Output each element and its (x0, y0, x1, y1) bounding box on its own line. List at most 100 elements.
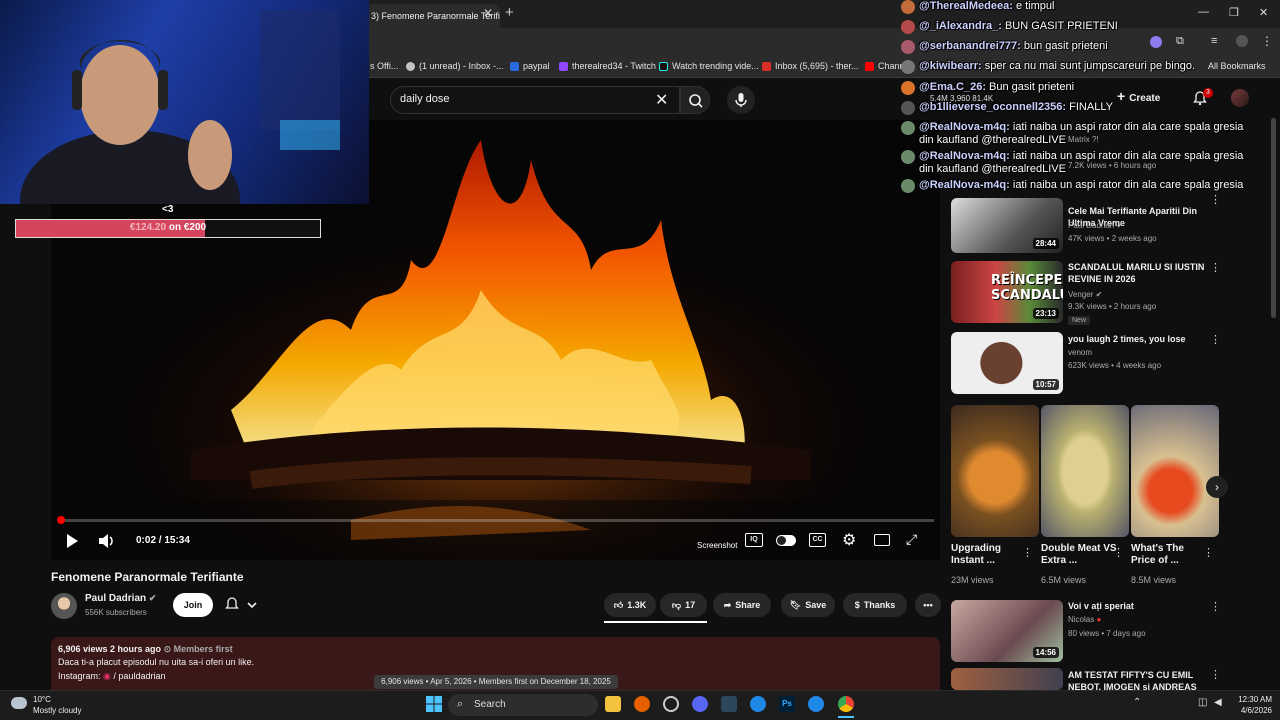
create-button[interactable]: + Create (1117, 88, 1160, 104)
extension-icon[interactable] (1150, 36, 1162, 48)
clear-search-icon[interactable]: ✕ (655, 90, 668, 110)
sidebar-channel-0[interactable]: Paul Dadrian ✔ (1068, 221, 1123, 230)
windows-start-icon[interactable] (426, 696, 442, 712)
sidebar-thumb-0[interactable]: 28:44 (951, 198, 1063, 253)
tab-close-icon[interactable]: ✕ (483, 6, 493, 20)
volume-button[interactable] (98, 533, 116, 552)
short-title-1[interactable]: Double Meat VS Extra ... (1041, 543, 1119, 567)
bookmark-0[interactable]: s Offi... (370, 61, 398, 71)
firefox-icon[interactable] (634, 696, 650, 712)
sidebar-thumb-1[interactable]: REÎNCEPESCANDALUL 23:13 (951, 261, 1063, 323)
sidebar-kebab-icon[interactable]: ⋮ (1210, 261, 1221, 274)
instagram-link[interactable]: / pauldadrian (113, 671, 165, 681)
bookmark-6[interactable]: Chann (865, 61, 905, 71)
sidebar-channel-3[interactable]: Nicolas ● (1068, 615, 1101, 624)
sidebar-kebab-icon[interactable]: ⋮ (1210, 668, 1221, 681)
sidebar-title-3[interactable]: Voi v ați speriat (1068, 600, 1208, 612)
chat-message-1: @_iAlexandra_: BUN GASIT PRIETENI (919, 20, 1118, 32)
captions-icon[interactable]: CC (809, 533, 826, 547)
chat-avatar (901, 20, 915, 34)
weather-widget[interactable]: 10°C Mostly cloudy (33, 694, 81, 716)
sidebar-channel-2[interactable]: venom (1068, 348, 1092, 357)
short-kebab-icon[interactable]: ⋮ (1022, 546, 1033, 559)
all-bookmarks[interactable]: All Bookmarks (1208, 61, 1266, 71)
subscribe-bell-button[interactable] (221, 593, 265, 617)
sidebar-kebab-icon[interactable]: ⋮ (1210, 193, 1221, 206)
channel-avatar[interactable] (51, 593, 77, 619)
save-button[interactable]: 🔖︎ Save (781, 593, 835, 617)
chrome-icon[interactable] (838, 696, 854, 712)
sidebar-title-2[interactable]: you laugh 2 times, you lose (1068, 333, 1208, 345)
progress-scrubber[interactable] (57, 516, 65, 524)
chat-avatar (901, 150, 915, 164)
taskbar-search[interactable]: ⌕ Search (448, 694, 598, 716)
shorts-next-chevron-icon[interactable]: › (1206, 476, 1228, 498)
sidebar-meta-3: 80 views • 7 days ago (1068, 629, 1146, 638)
sidebar-kebab-icon[interactable]: ⋮ (1210, 600, 1221, 613)
obs-icon[interactable] (663, 696, 679, 712)
short-kebab-icon[interactable]: ⋮ (1113, 546, 1124, 559)
screenshot-label[interactable]: Screenshot (697, 541, 737, 550)
app2-icon[interactable] (808, 696, 824, 712)
sidebar-thumb-2[interactable]: 10:57 (951, 332, 1063, 394)
progress-bar[interactable] (59, 519, 934, 522)
new-tab-icon[interactable]: + (505, 4, 514, 21)
taskbar-clock[interactable]: 12:30 AM 4/6/2026 (1226, 694, 1272, 716)
minimize-icon[interactable]: — (1198, 6, 1209, 18)
short-thumb-2[interactable] (1131, 405, 1219, 537)
share-button[interactable]: ➦ Share (713, 593, 771, 617)
bookmark-4[interactable]: Watch trending vide... (659, 61, 759, 71)
bookmark-5[interactable]: Inbox (5,695) - ther... (762, 61, 859, 71)
app-icon[interactable] (750, 696, 766, 712)
account-avatar[interactable] (1231, 89, 1249, 107)
short-thumb-0[interactable] (951, 405, 1039, 537)
sidebar-thumb-4[interactable] (951, 668, 1063, 690)
thanks-button[interactable]: $ Thanks (843, 593, 907, 617)
photoshop-icon[interactable]: Ps (779, 696, 795, 712)
join-button[interactable]: Join (173, 593, 213, 617)
play-button[interactable] (65, 533, 79, 552)
bookmark-3[interactable]: therealred34 - Twitch (559, 61, 656, 71)
screenshot-icon[interactable]: IQ (745, 533, 763, 547)
sidebar-kebab-icon[interactable]: ⋮ (1210, 333, 1221, 346)
sidebar-title-4[interactable]: AM TESTAT FIFTY'S CU EMIL NEBOT, IMOGEN … (1068, 669, 1208, 690)
search-box[interactable] (390, 86, 680, 114)
channel-name[interactable]: Paul Dadrian ✔ (85, 593, 156, 604)
tray-chevron-icon[interactable]: ⌃ (1133, 697, 1141, 708)
dislike-button[interactable]: 👎︎ 17 (660, 593, 707, 617)
settings-gear-icon[interactable]: ⚙ (842, 530, 856, 550)
short-title-2[interactable]: What's The Price of ... (1131, 543, 1203, 567)
share-icon: ➦ (723, 599, 732, 610)
autoplay-toggle[interactable] (776, 535, 796, 546)
chat-message-0: @TherealMedeea: e timpul (919, 0, 1055, 12)
short-kebab-icon[interactable]: ⋮ (1203, 546, 1214, 559)
sidebar-channel-1[interactable]: Venger ✔ (1068, 290, 1102, 299)
like-button[interactable]: 👍︎ 1.3K (604, 593, 656, 617)
bookmark-2[interactable]: paypal (510, 61, 550, 71)
short-thumb-1[interactable] (1041, 405, 1129, 537)
speaker-icon[interactable]: ◀ (1214, 697, 1222, 708)
discord-icon[interactable] (692, 696, 708, 712)
network-icon[interactable]: ◫ (1198, 697, 1207, 708)
bookmark-1[interactable]: (1 unread) - Inbox -... (406, 61, 504, 71)
fullscreen-icon[interactable]: ⤢ (906, 531, 917, 548)
theater-mode-icon[interactable] (874, 534, 890, 546)
more-actions-button[interactable]: ••• (915, 593, 941, 617)
sidebar-thumb-3[interactable]: 14:56 (951, 600, 1063, 662)
steam-icon[interactable] (721, 696, 737, 712)
maximize-icon[interactable]: ❐ (1229, 6, 1239, 19)
profile-icon[interactable] (1236, 35, 1248, 47)
short-title-0[interactable]: Upgrading Instant ... (951, 543, 1023, 567)
page-scrollbar-thumb[interactable] (1271, 118, 1276, 318)
downloads-icon[interactable]: ≡ (1211, 35, 1217, 47)
menu-kebab-icon[interactable]: ⋮ (1261, 34, 1273, 48)
new-badge: New (1068, 316, 1091, 325)
voice-search-button[interactable] (727, 86, 755, 114)
browser-tab[interactable]: 3) Fenomene Paranormale Terifi (368, 4, 500, 28)
close-window-icon[interactable]: ✕ (1259, 6, 1268, 19)
puzzle-icon[interactable]: ⧉ (1176, 35, 1184, 48)
search-input[interactable] (400, 93, 640, 105)
sidebar-title-1[interactable]: SCANDALUL MARILU SI IUSTIN REVINE IN 202… (1068, 261, 1208, 285)
file-explorer-icon[interactable] (605, 696, 621, 712)
search-button[interactable] (680, 86, 710, 114)
